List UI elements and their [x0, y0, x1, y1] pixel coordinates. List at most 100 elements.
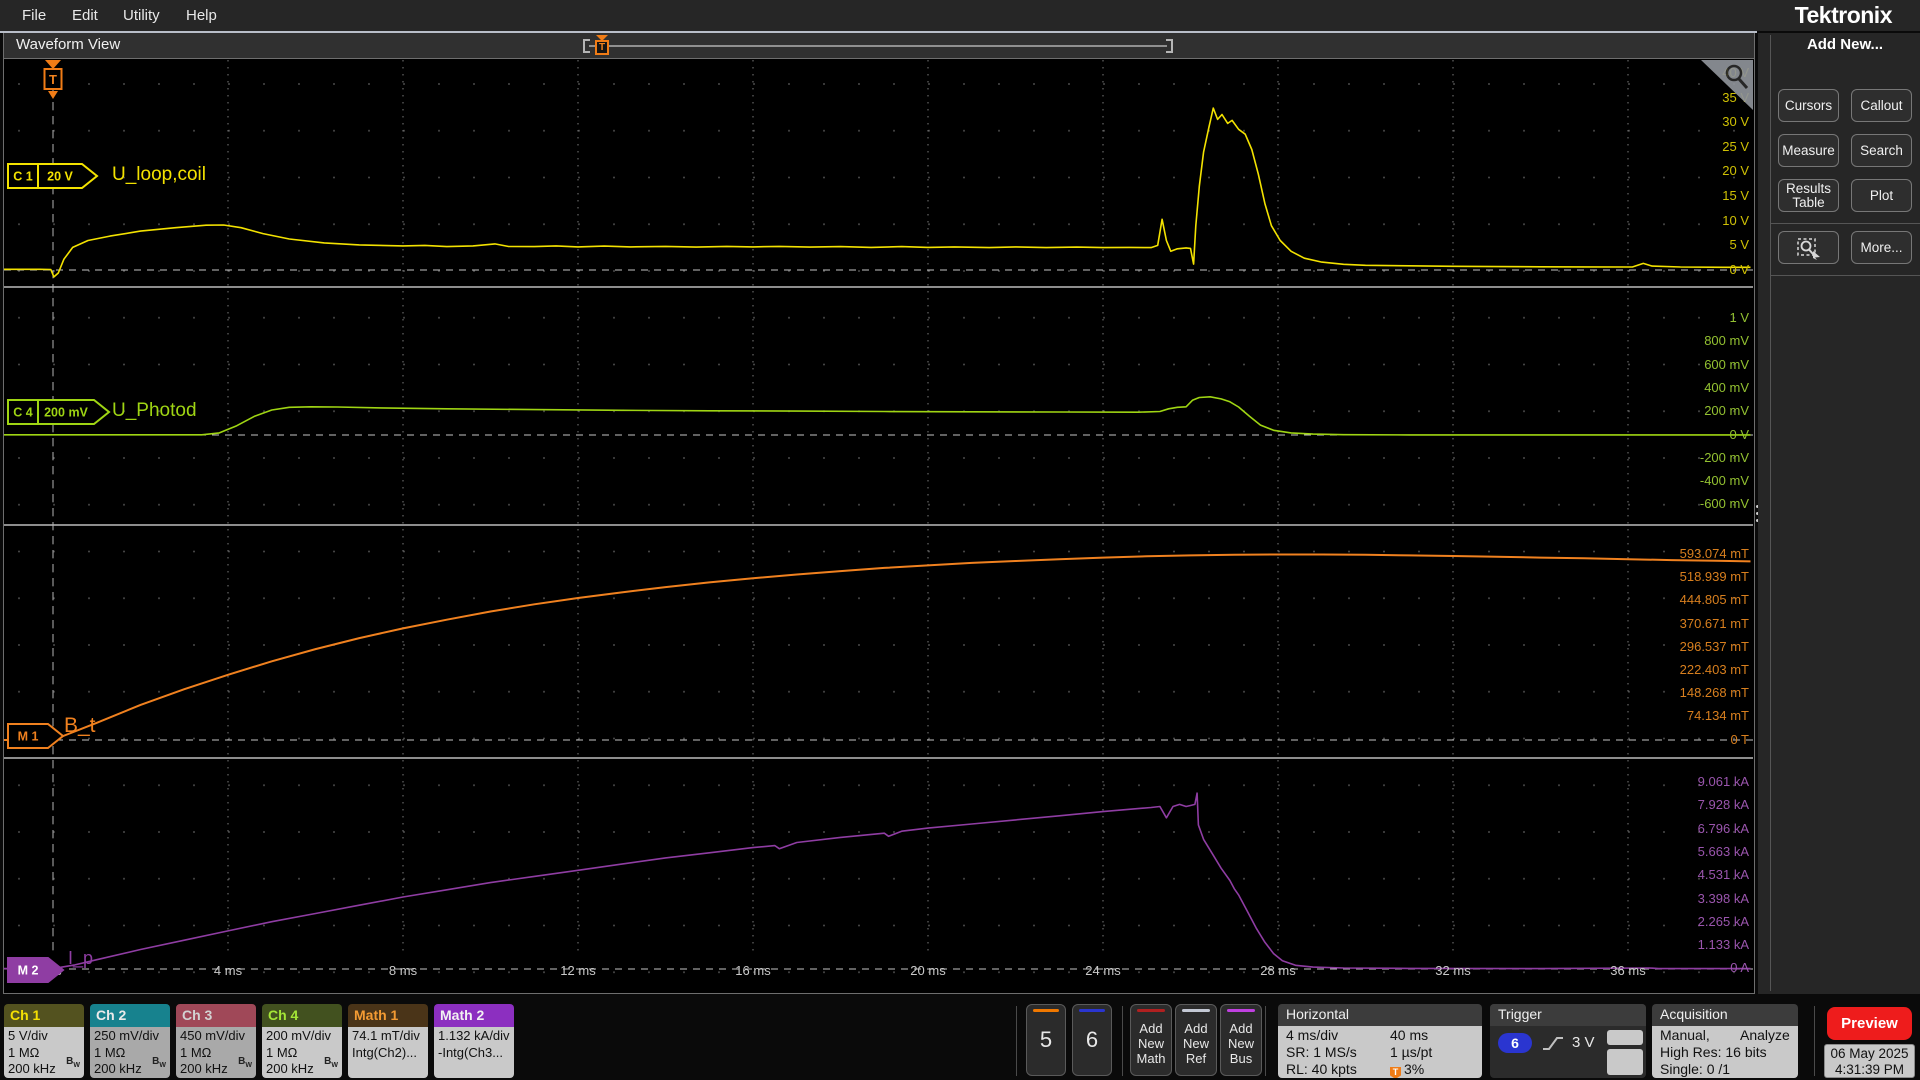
source-badge-c4[interactable]: C 4 200 mV	[6, 398, 112, 431]
time-tick-label: 8 ms	[388, 963, 418, 978]
add-new-ref-button[interactable]: Add New Ref	[1175, 1004, 1217, 1076]
sidebar-button-cursors[interactable]: Cursors	[1778, 89, 1839, 122]
source-button-6[interactable]: 6	[1072, 1004, 1112, 1076]
trigger-aux-field	[1607, 1049, 1643, 1075]
add-new-heading: Add New...	[1806, 36, 1884, 53]
horizontal-panel[interactable]: Horizontal 4 ms/div 40 ms SR: 1 MS/s 1 µs/pt…	[1278, 1004, 1482, 1078]
svg-text:C 1: C 1	[13, 170, 33, 184]
bottombar-separator	[1814, 1006, 1815, 1076]
channel-badge-math2[interactable]: Math 2 1.132 kA/div -Intg(Ch3...	[434, 1004, 514, 1078]
trigger-aux-field	[1607, 1030, 1643, 1045]
trace-name-ch4[interactable]: U_Photod	[112, 400, 197, 422]
channel-badge-body: 1.132 kA/div -Intg(Ch3...	[434, 1027, 514, 1078]
box-zoom-icon	[1796, 237, 1820, 260]
scrollbar-left-bracket	[583, 39, 590, 53]
results-bar-border	[1770, 35, 1771, 991]
trigger-thumb-t-icon: T	[595, 40, 609, 55]
time-tick-label: 12 ms	[560, 963, 596, 978]
source-badge-m2[interactable]: M 2	[6, 956, 66, 989]
y-tick-label-math2: 1.133 kA	[1697, 937, 1749, 953]
results-bar: Add New... Cursors Callout Measure Search Re…	[1758, 33, 1920, 994]
y-tick-label-ch1: 0 V	[1729, 261, 1749, 277]
svg-text:M 1: M 1	[18, 730, 39, 744]
acquisition-single-count: Single: 0 /1	[1660, 1061, 1731, 1077]
waveform-plot-area[interactable]: T40 V35 V30 V25 V20 V15 V10 V5 V0 V1 V80…	[4, 60, 1753, 993]
sidebar-button-results-table[interactable]: Results Table	[1778, 179, 1839, 212]
bottombar-separator	[1265, 1006, 1266, 1076]
trigger-panel-body: 6 3 V	[1490, 1026, 1646, 1078]
zoom-select-tool-button[interactable]	[1778, 231, 1839, 264]
scrollbar-track[interactable]	[589, 45, 1167, 47]
svg-text:C 4: C 4	[13, 406, 33, 420]
oscilloscope-app: File Edit Utility Help Tektronix Waveform V…	[0, 0, 1920, 1080]
rising-edge-icon	[1543, 1037, 1563, 1050]
channel-badge-ch2[interactable]: Ch 2 250 mV/div 1 MΩ 200 kHz BW	[90, 1004, 170, 1078]
y-tick-label-ch4: 1 V	[1729, 310, 1749, 325]
trace-name-ch1[interactable]: U_loop,coil	[112, 164, 206, 186]
horizontal-position-scrollbar[interactable]: T	[583, 35, 1173, 55]
preview-button[interactable]: Preview	[1827, 1007, 1912, 1040]
menu-item-file[interactable]: File	[16, 0, 52, 31]
time-tick-label: 28 ms	[1260, 963, 1296, 978]
svg-text:200 mV: 200 mV	[44, 406, 88, 420]
menu-item-utility[interactable]: Utility	[117, 0, 166, 31]
channel-badge-math1[interactable]: Math 1 74.1 mT/div Intg(Ch2)...	[348, 1004, 428, 1078]
acquisition-analyze: Analyze	[1740, 1027, 1790, 1043]
sidebar-button-search[interactable]: Search	[1851, 134, 1912, 167]
channel-badge-body: 5 V/div 1 MΩ 200 kHz BW	[4, 1027, 84, 1078]
button-color-stripe	[1137, 1009, 1165, 1012]
time-tick-label: 20 ms	[910, 963, 946, 978]
trigger-panel[interactable]: Trigger 6 3 V	[1490, 1004, 1646, 1078]
button-color-stripe	[1079, 1009, 1105, 1012]
menu-bar: File Edit Utility Help Tektronix	[0, 0, 1920, 31]
horizontal-value: 3%	[1404, 1061, 1425, 1077]
channel-badge-body: 74.1 mT/div Intg(Ch2)...	[348, 1027, 428, 1078]
button-label: Add New Bus	[1227, 1020, 1254, 1066]
y-tick-label-ch4: -200 mV	[1699, 449, 1749, 465]
channel-badge-ch4[interactable]: Ch 4 200 mV/div 1 MΩ 200 kHz BW	[262, 1004, 342, 1078]
tektronix-logo: Tektronix	[1794, 2, 1893, 28]
acquisition-panel-title: Acquisition	[1652, 1004, 1798, 1026]
acquisition-mode: Manual,	[1660, 1027, 1710, 1043]
channel-badge-ch1[interactable]: Ch 15 V/div 1 MΩ 200 kHz BW	[4, 1004, 84, 1078]
add-new-math-button[interactable]: Add New Math	[1130, 1004, 1172, 1076]
bandwidth-limit-icon: BW	[152, 1055, 166, 1069]
add-new-bus-button[interactable]: Add New Bus	[1220, 1004, 1262, 1076]
waveform-view-header: Waveform View T	[4, 33, 1754, 59]
y-tick-label-ch1: 10 V	[1722, 212, 1749, 228]
horizontal-value: 40 ms	[1390, 1027, 1429, 1043]
menu-item-help[interactable]: Help	[180, 0, 223, 31]
sidebar-separator	[1770, 223, 1920, 224]
y-tick-label-ch4: 800 mV	[1704, 333, 1749, 349]
trigger-position-thumb[interactable]: T	[593, 35, 611, 59]
svg-text:20 V: 20 V	[47, 170, 73, 184]
settings-bar: Ch 15 V/div 1 MΩ 200 kHz BW Ch 2 250 mV/div 1 …	[0, 1002, 1920, 1080]
sidebar-button-more[interactable]: More...	[1851, 231, 1912, 264]
channel-badge-ch3[interactable]: Ch 3 450 mV/div 1 MΩ 200 kHz BW	[176, 1004, 256, 1078]
source-badge-c1[interactable]: C 1 20 V	[6, 162, 100, 195]
time-tick-label: 32 ms	[1435, 963, 1471, 978]
source-badge-m1[interactable]: M 1	[6, 722, 66, 755]
channel-badge-header: Math 2	[434, 1004, 514, 1027]
menu-item-edit[interactable]: Edit	[66, 0, 104, 31]
waveform-view-panel: Waveform View T T40 V35 V30 V25 V20 V15 …	[3, 33, 1755, 994]
trigger-flag-icon: T	[1390, 1067, 1401, 1078]
trace-name-math2[interactable]: I_p	[68, 948, 93, 969]
y-tick-label-math1: 370.671 mT	[1679, 615, 1749, 631]
sidebar-button-measure[interactable]: Measure	[1778, 134, 1839, 167]
sidebar-button-plot[interactable]: Plot	[1851, 179, 1912, 212]
datetime-display[interactable]: 06 May 2025 4:31:39 PM	[1824, 1044, 1915, 1078]
channel-badge-header: Ch 3	[176, 1004, 256, 1027]
horizontal-row-left: RL: 40 kpts	[1286, 1061, 1357, 1077]
horizontal-panel-body: 4 ms/div 40 ms SR: 1 MS/s 1 µs/pt RL: 40 kpt…	[1278, 1026, 1482, 1078]
y-tick-label-math2: 6.796 kA	[1697, 820, 1749, 836]
y-tick-label-ch4: 400 mV	[1704, 379, 1749, 395]
acquisition-resolution: High Res: 16 bits	[1660, 1044, 1767, 1060]
acquisition-panel[interactable]: Acquisition Manual, Analyze High Res: 16 bi…	[1652, 1004, 1798, 1078]
trace-name-math1[interactable]: B_t	[64, 714, 96, 738]
y-tick-label-math1: 518.939 mT	[1679, 569, 1749, 585]
channel-badge-header: Math 1	[348, 1004, 428, 1027]
scrollbar-right-bracket	[1166, 39, 1173, 53]
source-button-5[interactable]: 5	[1026, 1004, 1066, 1076]
sidebar-button-callout[interactable]: Callout	[1851, 89, 1912, 122]
